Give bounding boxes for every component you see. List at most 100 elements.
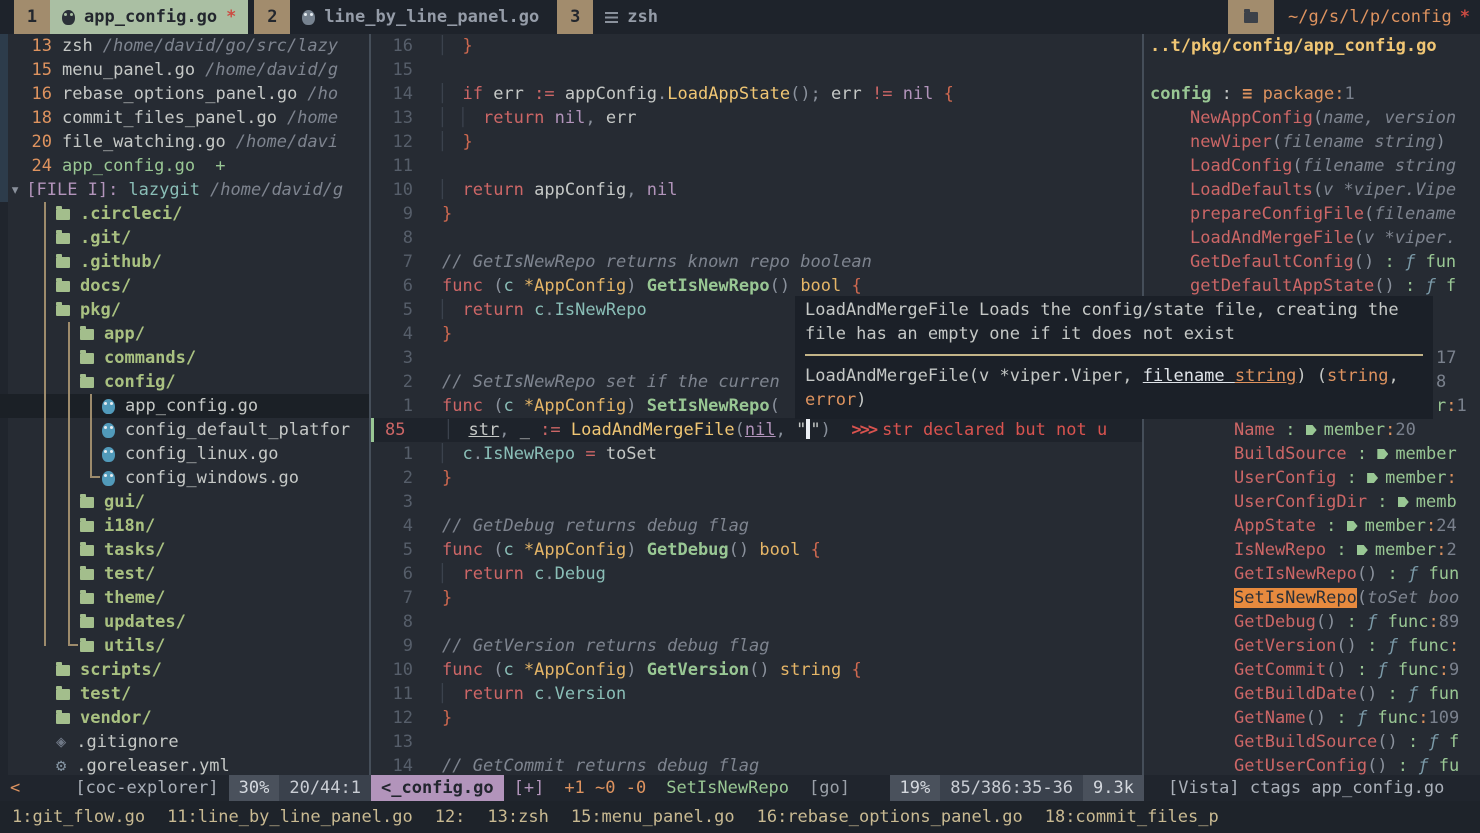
line-number: 16 bbox=[392, 36, 413, 56]
line-number: 1 bbox=[402, 396, 413, 416]
tab-number[interactable]: 3 bbox=[557, 0, 594, 34]
tree-item-docs-[interactable]: docs/ bbox=[0, 274, 369, 298]
buffer-item-app-config-go[interactable]: 24 app_config.go + bbox=[0, 154, 369, 178]
chevron-down-icon[interactable]: ▾ bbox=[10, 180, 20, 200]
tree-item-config-linux-go[interactable]: config_linux.go bbox=[0, 442, 369, 466]
tab-number[interactable]: 1 bbox=[14, 0, 50, 34]
tree-item-pkg-[interactable]: pkg/ bbox=[0, 298, 369, 322]
code-line-11[interactable]: 11 ▏ return c.Version bbox=[371, 682, 1142, 706]
code-line-8[interactable]: 8 bbox=[371, 610, 1142, 634]
code-line-10[interactable]: 10 ▏ return appConfig, nil bbox=[371, 178, 1142, 202]
bufferline-item-11-line-by-line-panel-go[interactable]: 11:line_by_line_panel.go bbox=[167, 807, 413, 827]
buffer-item-file-watching-go[interactable]: 20 file_watching.go/home/davi bbox=[0, 130, 369, 154]
code-line-13[interactable]: 13 bbox=[371, 730, 1142, 754]
bufferline-item-16-rebase-options-panel-go[interactable]: 16:rebase_options_panel.go bbox=[757, 807, 1023, 827]
outline-item-UserConfig[interactable]: UserConfig : member: bbox=[1144, 466, 1480, 490]
outline-item-NewAppConfig[interactable]: NewAppConfig(name, version bbox=[1144, 106, 1480, 130]
outline-item-LoadAndMergeFile[interactable]: LoadAndMergeFile(v *viper. bbox=[1144, 226, 1480, 250]
outline-item-GetUserConfig[interactable]: GetUserConfig() : ƒ fu bbox=[1144, 754, 1480, 775]
tree-item-config-[interactable]: config/ bbox=[0, 370, 369, 394]
outline-item-SetIsNewRepo[interactable]: SetIsNewRepo(toSet boo bbox=[1144, 586, 1480, 610]
code-line-7[interactable]: 7} bbox=[371, 586, 1142, 610]
code-line-14[interactable]: 14 ▏ if err := appConfig.LoadAppState(); … bbox=[371, 82, 1142, 106]
tree-item-theme-[interactable]: theme/ bbox=[0, 586, 369, 610]
outline-item-GetName[interactable]: GetName() : ƒ func:109 bbox=[1144, 706, 1480, 730]
tree-item--goreleaser-yml[interactable]: ⚙ .goreleaser.yml bbox=[0, 754, 369, 775]
tab-number[interactable]: 2 bbox=[254, 0, 291, 34]
code-line-2[interactable]: 2} bbox=[371, 466, 1142, 490]
tree-item-app-[interactable]: app/ bbox=[0, 322, 369, 346]
code-line-11[interactable]: 11 bbox=[371, 154, 1142, 178]
bufferline-item-1-git-flow-go[interactable]: 1:git_flow.go bbox=[12, 807, 145, 827]
tree-item-utils-[interactable]: utils/ bbox=[0, 634, 369, 658]
outline-item-GetBuildSource[interactable]: GetBuildSource() : ƒ f bbox=[1144, 730, 1480, 754]
tab-app-config[interactable]: 1 app_config.go * bbox=[14, 0, 249, 34]
tree-item-updates-[interactable]: updates/ bbox=[0, 610, 369, 634]
tree-item--git-[interactable]: .git/ bbox=[0, 226, 369, 250]
buffer-item-rebase-options-panel-go[interactable]: 16 rebase_options_panel.go/ho bbox=[0, 82, 369, 106]
tree-item-scripts-[interactable]: scripts/ bbox=[0, 658, 369, 682]
code-line-3[interactable]: 3 bbox=[371, 490, 1142, 514]
code-line-85[interactable]: 85 ▏ str, _ := LoadAndMergeFile(nil, " ") … bbox=[371, 418, 1142, 442]
tree-item--github-[interactable]: .github/ bbox=[0, 250, 369, 274]
code-line-8[interactable]: 8 bbox=[371, 226, 1142, 250]
bufferline-item-18-commit-files-p[interactable]: 18:commit_files_p bbox=[1045, 807, 1219, 827]
tab-zsh[interactable]: 3 zsh bbox=[557, 0, 670, 34]
code-line-4[interactable]: 4// GetDebug returns debug flag bbox=[371, 514, 1142, 538]
tree-item-commands-[interactable]: commands/ bbox=[0, 346, 369, 370]
outline-item-Name[interactable]: Name : member:20 bbox=[1144, 418, 1480, 442]
code-line-7[interactable]: 7// GetIsNewRepo returns known repo bool… bbox=[371, 250, 1142, 274]
tree-item-config-default-platfor[interactable]: config_default_platfor bbox=[0, 418, 369, 442]
tree-item-config-windows-go[interactable]: config_windows.go bbox=[0, 466, 369, 490]
outline-item-IsNewRepo[interactable]: IsNewRepo : member:2 bbox=[1144, 538, 1480, 562]
outline-item-GetBuildDate[interactable]: GetBuildDate() : ƒ fun bbox=[1144, 682, 1480, 706]
buffer-item-zsh[interactable]: 13 zsh/home/david/go/src/lazy bbox=[0, 34, 369, 58]
explorer-root[interactable]: ▾ [FILE I]: lazygit/home/david/g bbox=[0, 178, 369, 202]
code-line-14[interactable]: 14// GetCommit returns debug flag bbox=[371, 754, 1142, 775]
outline-item-newViper[interactable]: newViper(filename string) bbox=[1144, 130, 1480, 154]
code-line-12[interactable]: 12 ▏ } bbox=[371, 130, 1142, 154]
outline-item-LoadDefaults[interactable]: LoadDefaults(v *viper.Vipe bbox=[1144, 178, 1480, 202]
outline-item-getDefaultAppState[interactable]: getDefaultAppState() : ƒ f bbox=[1144, 274, 1480, 298]
tree-item--gitignore[interactable]: ◈ .gitignore bbox=[0, 730, 369, 754]
outline-item-GetCommit[interactable]: GetCommit() : ƒ func:9 bbox=[1144, 658, 1480, 682]
code-line-9[interactable]: 9// GetVersion returns debug flag bbox=[371, 634, 1142, 658]
tree-item-test-[interactable]: test/ bbox=[0, 682, 369, 706]
outline-item-LoadConfig[interactable]: LoadConfig(filename string bbox=[1144, 154, 1480, 178]
tree-item-test-[interactable]: test/ bbox=[0, 562, 369, 586]
tree-item--circleci-[interactable]: .circleci/ bbox=[0, 202, 369, 226]
folder-icon bbox=[56, 205, 70, 220]
code-line-1[interactable]: 1 ▏ c.IsNewRepo = toSet bbox=[371, 442, 1142, 466]
outline-item-AppState[interactable]: AppState : member:24 bbox=[1144, 514, 1480, 538]
code-line-15[interactable]: 15 bbox=[371, 58, 1142, 82]
tree-item-i18n-[interactable]: i18n/ bbox=[0, 514, 369, 538]
tree-item-vendor-[interactable]: vendor/ bbox=[0, 706, 369, 730]
bufferline-item-13-zsh[interactable]: 13:zsh bbox=[487, 807, 548, 827]
code-line-5[interactable]: 5 func (c *AppConfig) GetDebug() bool { bbox=[371, 538, 1142, 562]
cwd-folder-button[interactable] bbox=[1227, 0, 1274, 34]
outline-item-prepareConfigFile[interactable]: prepareConfigFile(filename bbox=[1144, 202, 1480, 226]
code-line-12[interactable]: 12} bbox=[371, 706, 1142, 730]
code-line-9[interactable]: 9} bbox=[371, 202, 1142, 226]
tree-item-app-config-go[interactable]: app_config.go bbox=[0, 394, 369, 418]
tree-item-gui-[interactable]: gui/ bbox=[0, 490, 369, 514]
code-line-16[interactable]: 16 ▏ } bbox=[371, 34, 1142, 58]
popup-doc-line: file has an empty one if it does not exi… bbox=[805, 324, 1235, 344]
outline-item-BuildSource[interactable]: BuildSource : member bbox=[1144, 442, 1480, 466]
tab-line-by-line-panel[interactable]: 2 line_by_line_panel.go bbox=[254, 0, 551, 34]
outline-item-GetIsNewRepo[interactable]: GetIsNewRepo() : ƒ fun bbox=[1144, 562, 1480, 586]
outline-item-config[interactable]: config : ≡ package:1 bbox=[1144, 82, 1480, 106]
outline-item-GetVersion[interactable]: GetVersion() : ƒ func: bbox=[1144, 634, 1480, 658]
code-line-6[interactable]: 6 func (c *AppConfig) GetIsNewRepo() bool… bbox=[371, 274, 1142, 298]
tree-item-tasks-[interactable]: tasks/ bbox=[0, 538, 369, 562]
code-line-6[interactable]: 6 ▏ return c.Debug bbox=[371, 562, 1142, 586]
outline-item-UserConfigDir[interactable]: UserConfigDir : memb bbox=[1144, 490, 1480, 514]
outline-item-GetDefaultConfig[interactable]: GetDefaultConfig() : ƒ fun bbox=[1144, 250, 1480, 274]
bufferline-item-12[interactable]: 12: bbox=[435, 807, 466, 827]
buffer-item-commit-files-panel-go[interactable]: 18 commit_files_panel.go/home bbox=[0, 106, 369, 130]
outline-item-GetDebug[interactable]: GetDebug() : ƒ func:89 bbox=[1144, 610, 1480, 634]
buffer-item-menu-panel-go[interactable]: 15 menu_panel.go/home/david/g bbox=[0, 58, 369, 82]
bufferline-item-15-menu-panel-go[interactable]: 15:menu_panel.go bbox=[571, 807, 735, 827]
code-line-13[interactable]: 13 ▏ ▏ return nil, err bbox=[371, 106, 1142, 130]
code-line-10[interactable]: 10 func (c *AppConfig) GetVersion() strin… bbox=[371, 658, 1142, 682]
